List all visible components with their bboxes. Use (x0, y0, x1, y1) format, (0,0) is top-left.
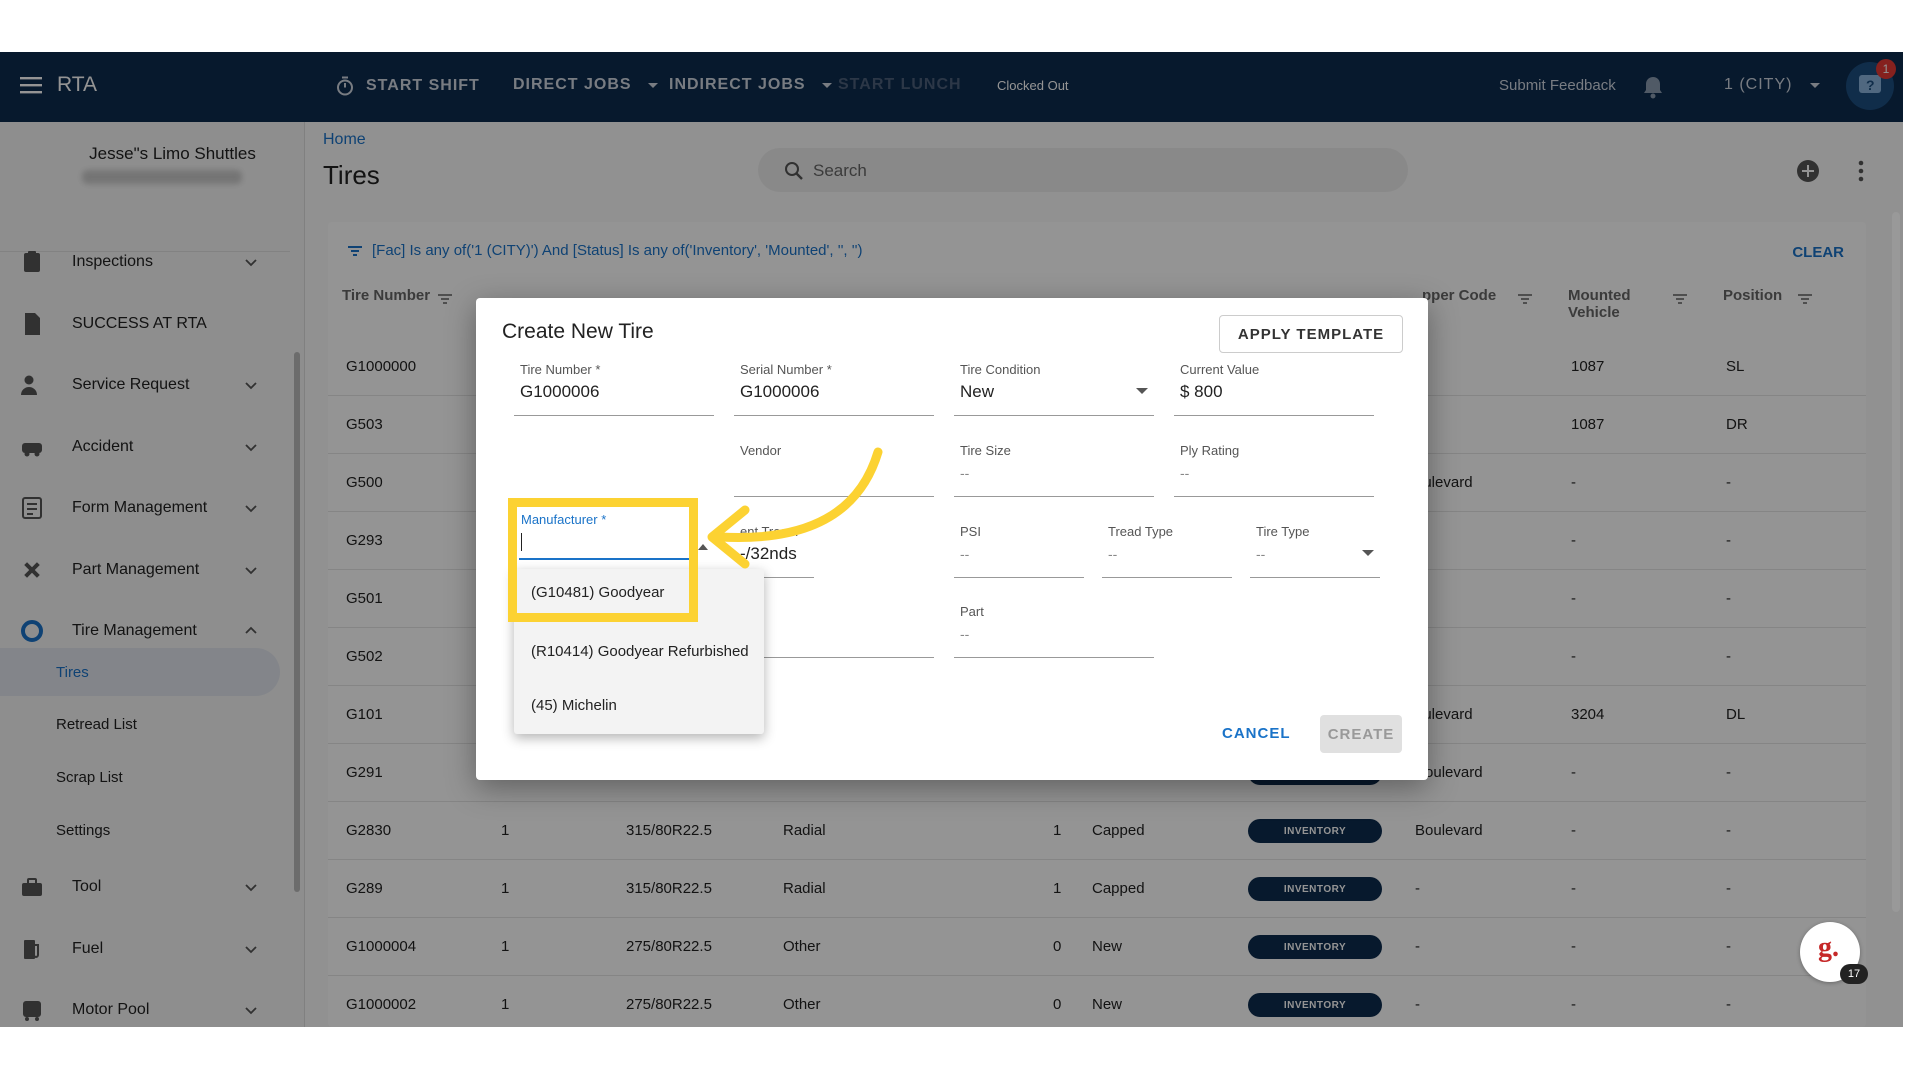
dialog-title: Create New Tire (502, 320, 654, 343)
tutorial-arrow-icon (707, 447, 883, 569)
widget-badge: 17 (1840, 964, 1868, 984)
cancel-button[interactable]: CANCEL (1222, 725, 1291, 742)
tire-number-field[interactable]: Tire Number * G1000006 (514, 360, 714, 416)
manufacturer-option-3[interactable]: (45) Michelin (514, 679, 764, 731)
serial-number-field[interactable]: Serial Number * G1000006 (734, 360, 934, 416)
number-field[interactable]: ber (734, 602, 934, 658)
widget-logo: g. (1818, 932, 1839, 963)
tire-condition-select[interactable]: Tire Condition New (954, 360, 1154, 416)
apply-template-button[interactable]: APPLY TEMPLATE (1219, 315, 1403, 353)
current-value-field[interactable]: Current Value $ 800 (1174, 360, 1374, 416)
dropdown-arrow-icon (1136, 388, 1148, 394)
page-scrollbar[interactable] (1892, 212, 1900, 912)
ply-rating-field[interactable]: Ply Rating -- (1174, 441, 1374, 497)
tire-size-field[interactable]: Tire Size -- (954, 441, 1154, 497)
tire-type-select[interactable]: Tire Type -- (1250, 522, 1380, 578)
psi-field[interactable]: PSI -- (954, 522, 1084, 578)
create-button[interactable]: CREATE (1320, 715, 1402, 753)
app-window: RTA START SHIFT DIRECT JOBS INDIRECT JOB… (0, 52, 1903, 1027)
support-widget[interactable]: g. 17 (1800, 922, 1868, 984)
tread-type-field[interactable]: Tread Type -- (1102, 522, 1232, 578)
manufacturer-option-2[interactable]: (R10414) Goodyear Refurbished (514, 625, 764, 677)
tutorial-highlight-box (508, 498, 698, 622)
part-field[interactable]: Part -- (954, 602, 1154, 658)
dropdown-arrow-icon (1362, 550, 1374, 556)
